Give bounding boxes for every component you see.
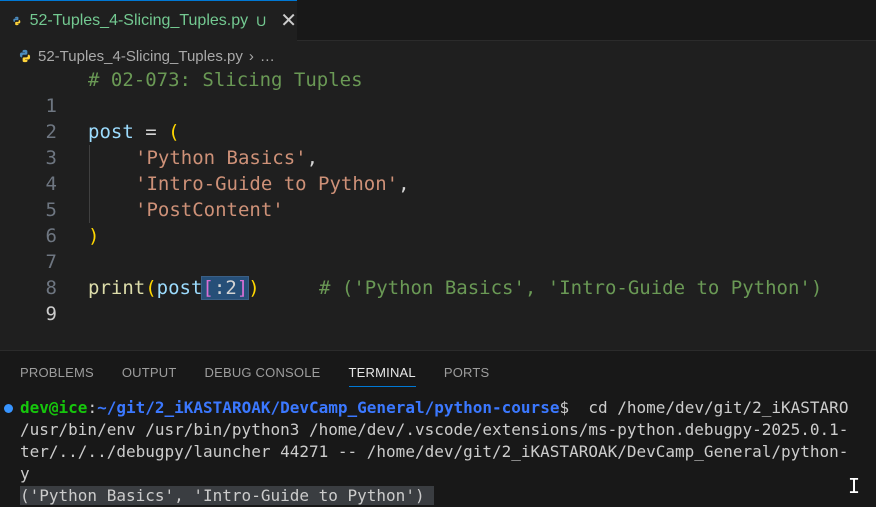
code-slice: :2	[213, 277, 237, 299]
terminal-output: ('Python Basics', 'Intro-Guide to Python…	[20, 485, 435, 507]
code-function: print	[88, 277, 146, 299]
bottom-panel: PROBLEMS OUTPUT DEBUG CONSOLE TERMINAL P…	[0, 350, 876, 507]
tab-problems[interactable]: PROBLEMS	[20, 359, 94, 387]
git-untracked-badge: U	[256, 13, 267, 29]
code-paren: )	[248, 277, 260, 299]
code-line: 5 'Intro-Guide to Python',	[0, 171, 876, 221]
terminal-line: ter/../../debugpy/launcher 44271 -- /hom…	[20, 442, 849, 461]
code-bracket: ]	[236, 277, 249, 299]
code-editor[interactable]: 1 # 02-073: Slicing Tuples 2 3 post = ( …	[0, 67, 876, 347]
tab-debug-console[interactable]: DEBUG CONSOLE	[205, 359, 321, 387]
code-paren: (	[145, 277, 157, 299]
breadcrumb-file[interactable]: 52-Tuples_4-Slicing_Tuples.py	[38, 48, 243, 65]
tab-filename: 52-Tuples_4-Slicing_Tuples.py	[29, 12, 249, 29]
breadcrumb-symbols[interactable]: …	[260, 48, 275, 65]
code-operator: =	[133, 121, 169, 143]
code-line: 4 'Python Basics',	[0, 145, 876, 195]
chevron-right-icon: ›	[248, 47, 254, 65]
terminal-line: /usr/bin/env /usr/bin/python3 /home/dev/…	[20, 420, 849, 439]
terminal-path: ~/git/2_iKASTAROAK/DevCamp_General/pytho…	[97, 398, 560, 417]
code-line: 3 post = (	[0, 119, 876, 169]
code-variable: post	[88, 121, 134, 143]
terminal-line: y	[20, 464, 30, 483]
tab-ports[interactable]: PORTS	[444, 359, 490, 387]
code-line: 6 'PostContent'	[0, 197, 876, 247]
code-string: 'PostContent'	[135, 199, 284, 221]
terminal-prompt: $	[559, 398, 570, 417]
code-comma: ,	[398, 173, 410, 195]
code-bracket: [	[202, 277, 214, 299]
code-string: 'Python Basics'	[135, 147, 307, 169]
terminal-colon: :	[87, 398, 98, 417]
code-comment: # ('Python Basics', 'Intro-Guide to Pyth…	[319, 277, 823, 299]
panel-tabs: PROBLEMS OUTPUT DEBUG CONSOLE TERMINAL P…	[20, 359, 517, 387]
code-paren: (	[168, 121, 180, 143]
command-status-icon[interactable]	[4, 404, 13, 413]
code-string: 'Intro-Guide to Python'	[135, 173, 399, 195]
code-line: 7 )	[0, 223, 876, 273]
selection: [:2]	[201, 276, 250, 300]
python-icon	[19, 49, 31, 63]
editor-tab[interactable]: 52-Tuples_4-Slicing_Tuples.py U ✕	[0, 0, 297, 41]
editor-tab-bar: 52-Tuples_4-Slicing_Tuples.py U ✕	[0, 0, 876, 41]
terminal-output-text: ('Python Basics', 'Intro-Guide to Python…	[20, 486, 435, 505]
code-line: 1 # 02-073: Slicing Tuples	[0, 67, 876, 117]
line-number: 9	[45, 303, 57, 325]
close-icon[interactable]: ✕	[280, 11, 297, 31]
code-comment: # 02-073: Slicing Tuples	[88, 69, 363, 91]
python-icon	[13, 16, 21, 26]
breadcrumb: 52-Tuples_4-Slicing_Tuples.py › …	[18, 44, 275, 68]
terminal-line: dev@ice:~/git/2_iKASTAROAK/DevCamp_Gener…	[20, 397, 848, 419]
code-line: 8	[0, 249, 876, 299]
code-line: 2	[0, 93, 876, 143]
tab-terminal[interactable]: TERMINAL	[348, 359, 416, 387]
ibeam-cursor-icon: I	[848, 474, 861, 498]
code-line-active: 9 print(post[:2]) # ('Python Basics', 'I…	[0, 275, 876, 325]
code-variable: post	[156, 277, 203, 299]
terminal-user: dev@ice	[20, 398, 88, 417]
terminal-command: cd /home/dev/git/2_iKASTARO	[569, 398, 849, 417]
code-paren: )	[88, 225, 100, 247]
code-comma: ,	[306, 147, 319, 169]
tab-output[interactable]: OUTPUT	[122, 359, 177, 387]
